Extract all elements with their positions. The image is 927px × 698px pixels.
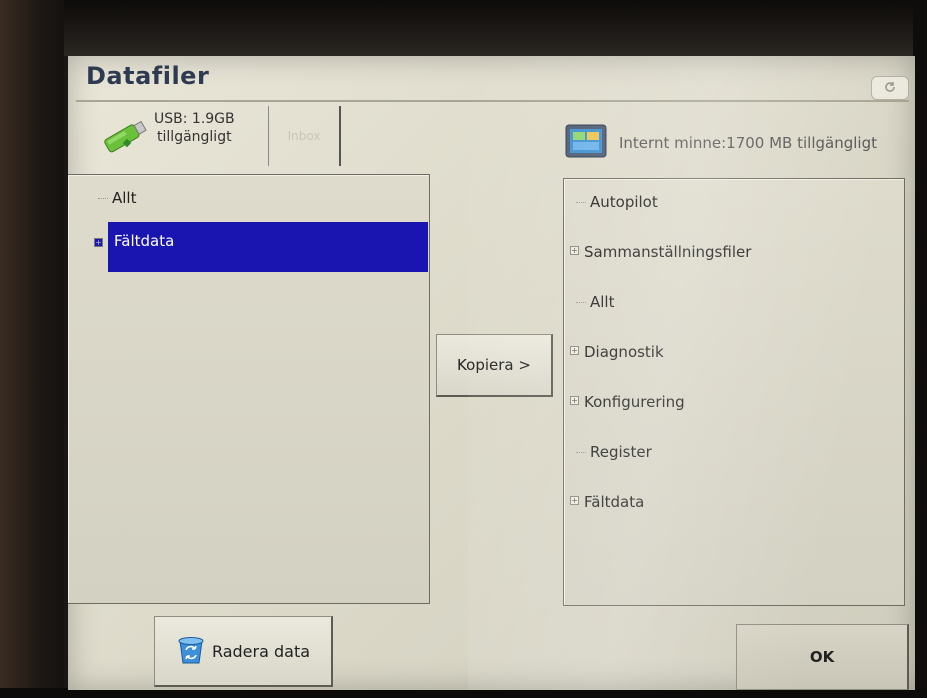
delete-data-button[interactable]: Radera data (154, 616, 333, 687)
tree-item-label: Autopilot (590, 193, 658, 211)
internal-tree-item-allt[interactable]: Allt (576, 293, 614, 311)
recycle-bin-icon (176, 633, 206, 669)
internal-tree-item-diagnostik[interactable]: + Diagnostik (570, 343, 664, 361)
plus-expander-icon[interactable]: + (570, 246, 579, 255)
usb-drive-icon (98, 118, 150, 158)
internal-tree-item-sammanstallningsfiler[interactable]: + Sammanställningsfiler (570, 243, 751, 261)
internal-tree-item-faltdata[interactable]: + Fältdata (570, 493, 644, 511)
copy-button[interactable]: Kopiera > (436, 334, 553, 397)
internal-memory-icon (565, 124, 607, 162)
inbox-tab-label: Inbox (287, 129, 321, 143)
plus-expander-icon[interactable]: + (94, 235, 108, 253)
tree-branch-line (576, 451, 586, 454)
tree-item-label: Fältdata (114, 232, 175, 250)
internal-memory-label: Internt minne:1700 MB tillgängligt (619, 134, 877, 152)
datafiler-dialog: Datafiler USB: 1.9GB tillgängligt Inbox … (68, 56, 915, 690)
title-bar: Datafiler (76, 58, 909, 102)
tree-branch-line (576, 201, 586, 204)
monitor-bezel-top (0, 0, 927, 56)
tree-item-label: Allt (112, 189, 137, 207)
internal-file-tree[interactable]: Autopilot + Sammanställningsfiler Allt + D… (563, 178, 905, 606)
plus-expander-icon[interactable]: + (570, 496, 579, 505)
usb-capacity-line1: USB: 1.9GB (154, 111, 235, 127)
inbox-tab[interactable]: Inbox (268, 106, 341, 166)
copy-button-label: Kopiera > (457, 356, 531, 374)
usb-capacity-label: USB: 1.9GB tillgängligt (154, 110, 235, 146)
tree-item-label: Fältdata (584, 493, 645, 511)
internal-tree-item-register[interactable]: Register (576, 443, 652, 461)
usb-capacity-line2: tillgängligt (157, 129, 232, 145)
refresh-button[interactable] (871, 76, 909, 100)
tree-branch-line (98, 197, 108, 200)
ok-button[interactable]: OK (736, 624, 909, 690)
tree-item-label: Konfigurering (584, 393, 685, 411)
page-title: Datafiler (86, 62, 210, 90)
usb-tree-item-allt[interactable]: Allt (98, 189, 136, 207)
usb-tree-item-faltdata[interactable]: + Fältdata (94, 222, 428, 272)
tree-item-label: Allt (590, 293, 615, 311)
tree-item-label: Register (590, 443, 652, 461)
monitor-bezel-right (913, 0, 927, 698)
delete-data-label: Radera data (211, 641, 311, 661)
internal-tree-item-konfigurering[interactable]: + Konfigurering (570, 393, 685, 411)
ok-button-label: OK (809, 648, 835, 666)
internal-tree-item-autopilot[interactable]: Autopilot (576, 193, 658, 211)
internal-memory-header: Internt minne:1700 MB tillgängligt (565, 124, 905, 160)
tree-item-label: Diagnostik (584, 343, 664, 361)
monitor-bezel-left (0, 0, 64, 698)
usb-source-tab[interactable]: USB: 1.9GB tillgängligt (92, 106, 272, 166)
tree-branch-line (576, 301, 586, 304)
refresh-icon (883, 79, 897, 98)
plus-expander-icon[interactable]: + (570, 396, 579, 405)
plus-expander-icon[interactable]: + (570, 346, 579, 355)
tree-item-label: Sammanställningsfiler (584, 243, 752, 261)
